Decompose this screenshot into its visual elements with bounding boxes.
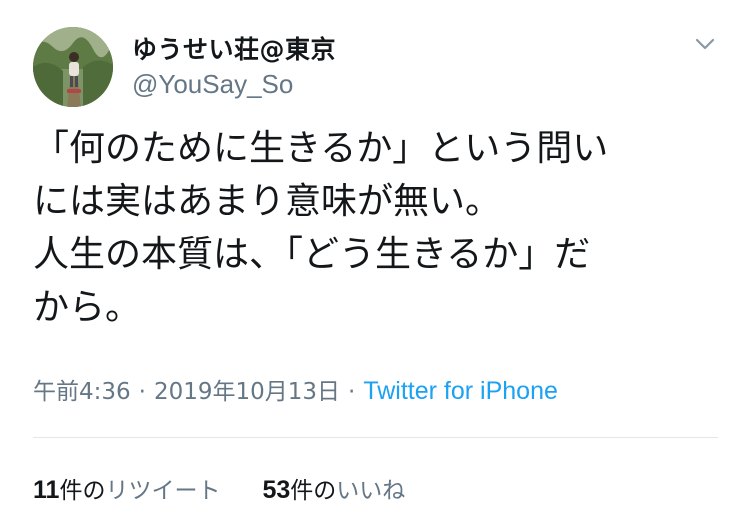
likes-stat[interactable]: 53件のいいね [262, 471, 405, 505]
display-name[interactable]: ゆうせい荘@東京 [132, 30, 336, 66]
retweets-stat[interactable]: 11件のリツイート [33, 471, 220, 505]
retweets-count: 11 [33, 476, 60, 504]
tweet-stats: 11件のリツイート 53件のいいね [33, 471, 447, 505]
user-handle[interactable]: @YouSay_So [132, 69, 293, 100]
meta-separator: · [348, 379, 356, 405]
avatar[interactable] [33, 27, 113, 107]
tweet-text-line: 人生の本質は、「どう生きるか」だ [33, 234, 591, 275]
meta-separator: · [138, 379, 146, 405]
tweet-card: ゆうせい荘@東京 @YouSay_So 「何のために生きるか」という問い には実… [0, 0, 749, 532]
likes-label: いいね [336, 478, 406, 504]
chevron-down-icon[interactable] [688, 30, 722, 60]
tweet-metadata: 午前4:36 · 2019年10月13日 · Twitter for iPhone [33, 372, 558, 406]
tweet-text-line: には実はあまり意味が無い。 [33, 181, 502, 222]
tweet-time[interactable]: 午前4:36 [33, 379, 131, 405]
retweets-label: リツイート [105, 478, 221, 504]
divider [33, 437, 718, 438]
tweet-date[interactable]: 2019年10月13日 [154, 379, 340, 405]
likes-unit: 件の [290, 478, 337, 504]
tweet-text-line: から。 [33, 287, 142, 328]
retweets-unit: 件の [59, 478, 106, 504]
tweet-source-link[interactable]: Twitter for iPhone [363, 377, 558, 405]
profile-photo-icon [33, 27, 113, 107]
tweet-text: 「何のために生きるか」という問い には実はあまり意味が無い。 人生の本質は、「ど… [33, 122, 723, 334]
likes-count: 53 [262, 476, 291, 504]
tweet-text-line: 「何のために生きるか」という問い [33, 128, 609, 169]
